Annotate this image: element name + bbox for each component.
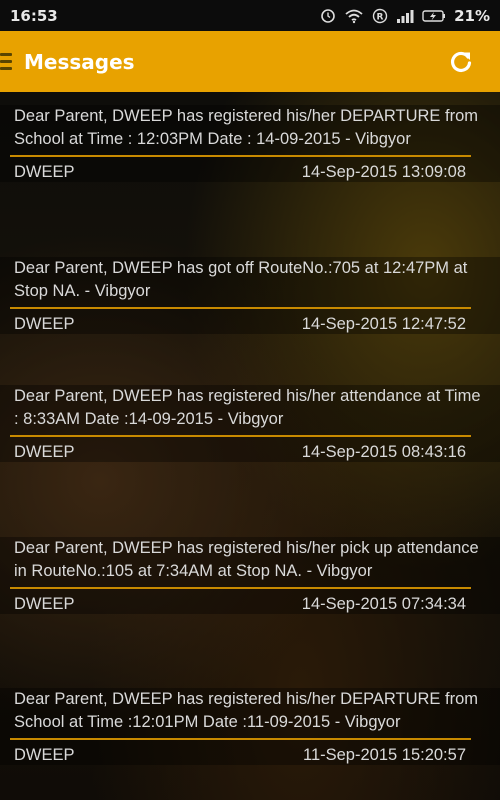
message-meta: DWEEP 14-Sep-2015 07:34:34 bbox=[14, 595, 466, 614]
message-divider bbox=[10, 155, 471, 157]
message-text: Dear Parent, DWEEP has registered his/he… bbox=[14, 387, 481, 428]
battery-percent: 21% bbox=[454, 6, 490, 25]
message-timestamp: 11-Sep-2015 15:20:57 bbox=[303, 746, 466, 764]
message-divider bbox=[10, 435, 471, 437]
wifi-icon bbox=[345, 9, 363, 23]
message-sender: DWEEP bbox=[14, 595, 75, 613]
message-meta: DWEEP 11-Sep-2015 15:20:57 bbox=[14, 746, 466, 765]
message-item[interactable]: Dear Parent, DWEEP has registered his/he… bbox=[0, 105, 500, 182]
message-meta: DWEEP 14-Sep-2015 08:43:16 bbox=[14, 443, 466, 462]
message-sender: DWEEP bbox=[14, 443, 75, 461]
message-timestamp: 14-Sep-2015 07:34:34 bbox=[301, 595, 466, 613]
message-meta: DWEEP 14-Sep-2015 12:47:52 bbox=[14, 315, 466, 334]
refresh-icon[interactable] bbox=[447, 48, 475, 76]
signal-icon bbox=[397, 9, 414, 23]
message-timestamp: 14-Sep-2015 13:09:08 bbox=[301, 163, 466, 181]
message-sender: DWEEP bbox=[14, 315, 75, 333]
status-bar: 16:53 R 21% bbox=[0, 0, 500, 31]
message-item[interactable]: Dear Parent, DWEEP has registered his/he… bbox=[0, 385, 500, 462]
message-item[interactable]: Dear Parent, DWEEP has got off RouteNo.:… bbox=[0, 257, 500, 334]
status-time: 16:53 bbox=[10, 6, 58, 25]
message-item[interactable]: Dear Parent, DWEEP has registered his/he… bbox=[0, 688, 500, 765]
message-divider bbox=[10, 307, 471, 309]
message-item[interactable]: Dear Parent, DWEEP has registered his/he… bbox=[0, 537, 500, 614]
app-bar: Messages bbox=[0, 31, 500, 92]
message-list[interactable]: Dear Parent, DWEEP has registered his/he… bbox=[0, 92, 500, 800]
message-text: Dear Parent, DWEEP has registered his/he… bbox=[14, 107, 478, 148]
message-divider bbox=[10, 587, 471, 589]
message-divider bbox=[10, 738, 471, 740]
message-text: Dear Parent, DWEEP has registered his/he… bbox=[14, 690, 478, 731]
page-title: Messages bbox=[24, 49, 135, 74]
alarm-icon bbox=[321, 8, 335, 23]
registered-icon: R bbox=[372, 8, 388, 23]
message-timestamp: 14-Sep-2015 12:47:52 bbox=[301, 315, 466, 333]
message-timestamp: 14-Sep-2015 08:43:16 bbox=[301, 443, 466, 461]
battery-charging-icon bbox=[422, 9, 446, 22]
message-text: Dear Parent, DWEEP has got off RouteNo.:… bbox=[14, 259, 468, 300]
message-meta: DWEEP 14-Sep-2015 13:09:08 bbox=[14, 163, 466, 182]
message-text: Dear Parent, DWEEP has registered his/he… bbox=[14, 539, 479, 580]
message-sender: DWEEP bbox=[14, 163, 75, 181]
message-sender: DWEEP bbox=[14, 746, 75, 764]
svg-text:R: R bbox=[377, 12, 384, 22]
menu-icon[interactable] bbox=[0, 53, 12, 70]
